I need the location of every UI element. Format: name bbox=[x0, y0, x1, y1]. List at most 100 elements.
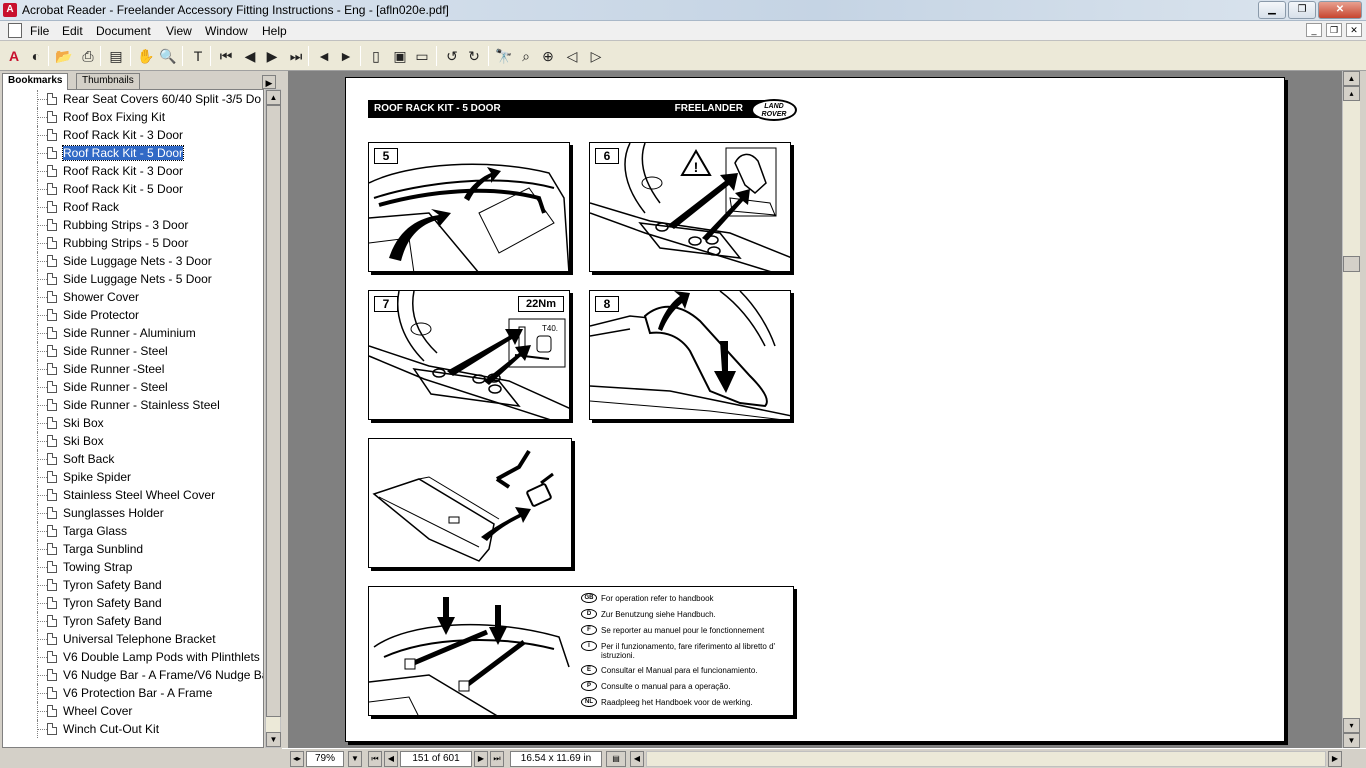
fit-width-icon[interactable]: ▭ bbox=[412, 46, 432, 66]
status-previous-page-icon[interactable]: ◀ bbox=[384, 751, 398, 767]
bookmark-item[interactable]: Tyron Safety Band bbox=[3, 612, 263, 630]
acrobat-online-icon[interactable]: ◐ bbox=[26, 46, 46, 66]
open-file-icon[interactable]: 📂 bbox=[54, 46, 74, 66]
bookmark-item[interactable]: Rear Seat Covers 60/40 Split -3/5 Do bbox=[3, 90, 263, 108]
bookmark-item[interactable]: Sunglasses Holder bbox=[3, 504, 263, 522]
bookmark-item[interactable]: Targa Sunblind bbox=[3, 540, 263, 558]
search-previous-icon[interactable]: ◁ bbox=[562, 46, 582, 66]
find-icon[interactable]: 🔭 bbox=[494, 46, 514, 66]
bookmark-list[interactable]: Rear Seat Covers 60/40 Split -3/5 Do Roof… bbox=[2, 89, 264, 748]
hscroll-left-arrow-icon[interactable]: ◀ bbox=[630, 751, 644, 767]
next-page-icon[interactable]: ▶ bbox=[262, 46, 282, 66]
bookmark-item[interactable]: Ski Box bbox=[3, 432, 263, 450]
bookmark-item[interactable]: Side Runner - Aluminium bbox=[3, 324, 263, 342]
bookmark-item[interactable]: Roof Box Fixing Kit bbox=[3, 108, 263, 126]
bookmark-item[interactable]: Roof Rack Kit - 3 Door bbox=[3, 162, 263, 180]
bookmark-item[interactable]: Universal Telephone Bracket bbox=[3, 630, 263, 648]
bookmark-item[interactable]: Roof Rack Kit - 3 Door bbox=[3, 126, 263, 144]
page-up-icon[interactable]: ▴ bbox=[1343, 86, 1360, 101]
go-back-icon[interactable]: ◄ bbox=[314, 46, 334, 66]
status-first-page-icon[interactable]: ⏮ bbox=[368, 751, 382, 767]
rotate-left-icon[interactable]: ↺ bbox=[442, 46, 462, 66]
bookmark-item[interactable]: Side Luggage Nets - 5 Door bbox=[3, 270, 263, 288]
fit-page-icon[interactable]: ▣ bbox=[390, 46, 410, 66]
zoom-field[interactable]: 79% bbox=[306, 751, 344, 767]
bookmark-item[interactable]: Side Runner - Stainless Steel bbox=[3, 396, 263, 414]
pane-menu-arrow-icon[interactable]: ▶ bbox=[262, 75, 276, 89]
split-view-icon[interactable]: ◂▸ bbox=[290, 751, 304, 767]
doc-close-button[interactable]: ✕ bbox=[1346, 23, 1362, 37]
show-hide-navigation-icon[interactable]: ▤ bbox=[106, 46, 126, 66]
bookmark-item[interactable]: Roof Rack Kit - 5 Door bbox=[3, 180, 263, 198]
tab-bookmarks[interactable]: Bookmarks bbox=[2, 73, 69, 90]
bookmark-item[interactable]: Side Runner - Steel bbox=[3, 378, 263, 396]
zoom-dropdown-icon[interactable]: ▼ bbox=[348, 751, 362, 767]
web-search-icon[interactable]: ⊕ bbox=[538, 46, 558, 66]
bookmark-item[interactable]: V6 Protection Bar - A Frame bbox=[3, 684, 263, 702]
document-scrollbar[interactable]: ▲ ▴ ▾ ▼ bbox=[1342, 71, 1360, 748]
maximize-button[interactable]: ❐ bbox=[1288, 1, 1316, 19]
doc-minimize-button[interactable]: _ bbox=[1306, 23, 1322, 37]
bookmark-item[interactable]: Side Runner -Steel bbox=[3, 360, 263, 378]
bookmark-item[interactable]: Targa Glass bbox=[3, 522, 263, 540]
document-icon[interactable] bbox=[8, 23, 22, 38]
menu-view[interactable]: View bbox=[166, 24, 192, 38]
last-page-icon[interactable]: ⏭ bbox=[286, 46, 306, 66]
page-layout-icon[interactable]: ▤ bbox=[606, 751, 626, 767]
previous-page-icon[interactable]: ◀ bbox=[240, 46, 260, 66]
hand-tool-icon[interactable]: ✋ bbox=[136, 46, 156, 66]
bookmark-scrollbar[interactable]: ▲ ▼ bbox=[265, 89, 281, 748]
bookmark-item[interactable]: Side Protector bbox=[3, 306, 263, 324]
scroll-thumb[interactable] bbox=[1343, 256, 1360, 272]
bookmark-item[interactable]: Towing Strap bbox=[3, 558, 263, 576]
zoom-tool-icon[interactable]: 🔍 bbox=[158, 46, 178, 66]
actual-size-icon[interactable]: ▯ bbox=[366, 46, 386, 66]
menu-window[interactable]: Window bbox=[205, 24, 248, 38]
bookmark-item[interactable]: Rubbing Strips - 5 Door bbox=[3, 234, 263, 252]
menu-document[interactable]: Document bbox=[96, 24, 151, 38]
scroll-thumb[interactable] bbox=[266, 105, 281, 717]
text-select-tool-icon[interactable]: T bbox=[188, 46, 208, 66]
tab-thumbnails[interactable]: Thumbnails bbox=[76, 73, 140, 89]
menu-file[interactable]: File bbox=[30, 24, 49, 38]
hscroll-right-arrow-icon[interactable]: ▶ bbox=[1328, 751, 1342, 767]
horizontal-scrollbar-track[interactable] bbox=[646, 751, 1326, 767]
bookmark-item[interactable]: Wheel Cover bbox=[3, 702, 263, 720]
bookmark-item[interactable]: Rubbing Strips - 3 Door bbox=[3, 216, 263, 234]
bookmark-item[interactable]: Soft Back bbox=[3, 450, 263, 468]
bookmark-item[interactable]: V6 Double Lamp Pods with Plinthlets bbox=[3, 648, 263, 666]
print-icon[interactable]: ⎙ bbox=[78, 46, 98, 66]
status-last-page-icon[interactable]: ⏭ bbox=[490, 751, 504, 767]
first-page-icon[interactable]: ⏮ bbox=[216, 46, 236, 66]
menu-help[interactable]: Help bbox=[262, 24, 287, 38]
rotate-right-icon[interactable]: ↻ bbox=[464, 46, 484, 66]
bookmark-item[interactable]: V6 Nudge Bar - A Frame/V6 Nudge Ba bbox=[3, 666, 263, 684]
bookmark-item[interactable]: Roof Rack Kit - 5 Door bbox=[3, 144, 263, 162]
scroll-up-arrow-icon[interactable]: ▲ bbox=[1343, 71, 1360, 86]
bookmark-item[interactable]: Winch Cut-Out Kit bbox=[3, 720, 263, 738]
bookmark-item[interactable]: Side Runner - Steel bbox=[3, 342, 263, 360]
bookmark-item[interactable]: Tyron Safety Band bbox=[3, 594, 263, 612]
search-icon[interactable]: ⌕ bbox=[516, 46, 536, 66]
search-next-icon[interactable]: ▷ bbox=[586, 46, 606, 66]
menu-edit[interactable]: Edit bbox=[62, 24, 83, 38]
minimize-button[interactable]: ▁ bbox=[1258, 1, 1286, 19]
close-button[interactable]: ✕ bbox=[1318, 1, 1362, 19]
scroll-up-arrow-icon[interactable]: ▲ bbox=[266, 90, 281, 105]
doc-restore-button[interactable]: ❐ bbox=[1326, 23, 1342, 37]
page-down-icon[interactable]: ▾ bbox=[1343, 718, 1360, 733]
acrobat-logo-icon[interactable]: A bbox=[4, 46, 24, 66]
status-next-page-icon[interactable]: ▶ bbox=[474, 751, 488, 767]
document-view[interactable]: ROOF RACK KIT - 5 DOOR FREELANDER LAND R… bbox=[288, 71, 1342, 748]
bookmark-item[interactable]: Stainless Steel Wheel Cover bbox=[3, 486, 263, 504]
bookmark-item[interactable]: Side Luggage Nets - 3 Door bbox=[3, 252, 263, 270]
bookmark-item[interactable]: Shower Cover bbox=[3, 288, 263, 306]
page-number-field[interactable]: 151 of 601 bbox=[400, 751, 472, 767]
bookmark-item[interactable]: Tyron Safety Band bbox=[3, 576, 263, 594]
bookmark-item[interactable]: Ski Box bbox=[3, 414, 263, 432]
scroll-down-arrow-icon[interactable]: ▼ bbox=[1343, 733, 1360, 748]
bookmark-item[interactable]: Spike Spider bbox=[3, 468, 263, 486]
bookmark-item[interactable]: Roof Rack bbox=[3, 198, 263, 216]
scroll-down-arrow-icon[interactable]: ▼ bbox=[266, 732, 281, 747]
acrobat-app-icon[interactable]: A bbox=[3, 3, 17, 17]
